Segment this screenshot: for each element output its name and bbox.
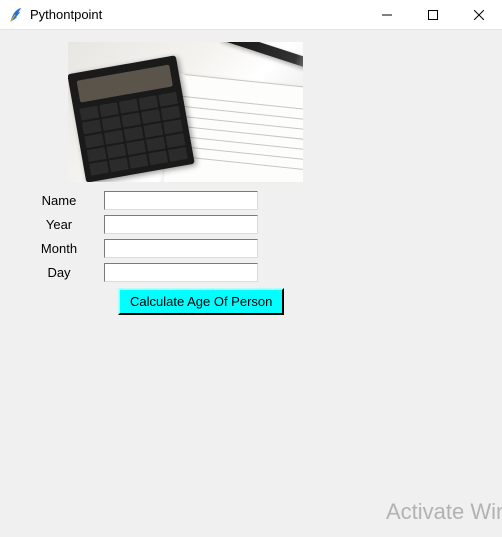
titlebar: Pythontpoint <box>0 0 502 30</box>
tk-feather-icon <box>8 7 24 23</box>
calculate-button[interactable]: Calculate Age Of Person <box>118 288 284 315</box>
row-day: Day <box>14 260 502 284</box>
month-input[interactable] <box>104 239 258 258</box>
maximize-button[interactable] <box>410 0 456 30</box>
row-year: Year <box>14 212 502 236</box>
client-area: Name Year Month Day Calculate Age Of Per… <box>0 30 502 537</box>
label-day: Day <box>14 265 104 280</box>
label-year: Year <box>14 217 104 232</box>
row-month: Month <box>14 236 502 260</box>
header-image <box>68 42 303 182</box>
row-name: Name <box>14 188 502 212</box>
window-title: Pythontpoint <box>30 7 364 22</box>
minimize-button[interactable] <box>364 0 410 30</box>
name-input[interactable] <box>104 191 258 210</box>
label-month: Month <box>14 241 104 256</box>
label-name: Name <box>14 193 104 208</box>
day-input[interactable] <box>104 263 258 282</box>
window-controls <box>364 0 502 29</box>
year-input[interactable] <box>104 215 258 234</box>
button-row: Calculate Age Of Person <box>118 288 502 315</box>
windows-activation-watermark: Activate Windows <box>386 499 502 525</box>
close-button[interactable] <box>456 0 502 30</box>
age-form: Name Year Month Day Calculate Age Of Per… <box>14 188 502 315</box>
